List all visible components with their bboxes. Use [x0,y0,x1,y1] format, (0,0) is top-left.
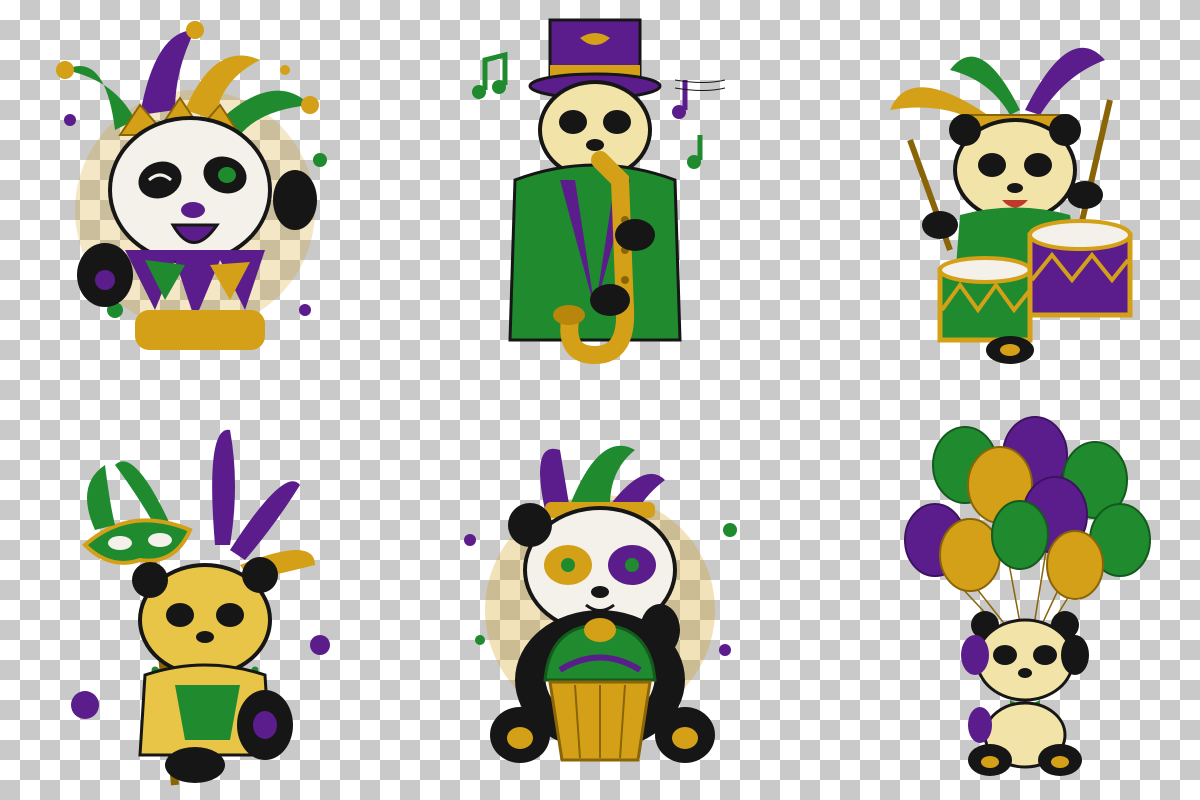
balloon-panda-illustration [904,416,1151,776]
panda-head [108,116,272,264]
panda-head [132,557,278,677]
saxophone-panda-illustration [472,18,726,365]
masquerade-panda-illustration [71,429,330,786]
transparency-background [0,0,1200,800]
drummer-panda-illustration [890,47,1133,364]
cupcake-panda-sticker [450,420,750,790]
balloons [904,416,1151,600]
feet [986,336,1034,364]
drummer-panda-sticker [870,20,1170,390]
cupcake [543,618,657,762]
cupcake-panda-illustration [464,445,737,763]
saxophone-panda-sticker [445,10,745,380]
masquerade-panda-sticker [55,425,355,795]
jester-panda-illustration [56,21,327,350]
panda [961,611,1089,776]
green-jacket [508,163,682,342]
panda-head [949,114,1081,222]
jester-panda-sticker [45,10,345,380]
balloon-panda-sticker [880,415,1180,785]
